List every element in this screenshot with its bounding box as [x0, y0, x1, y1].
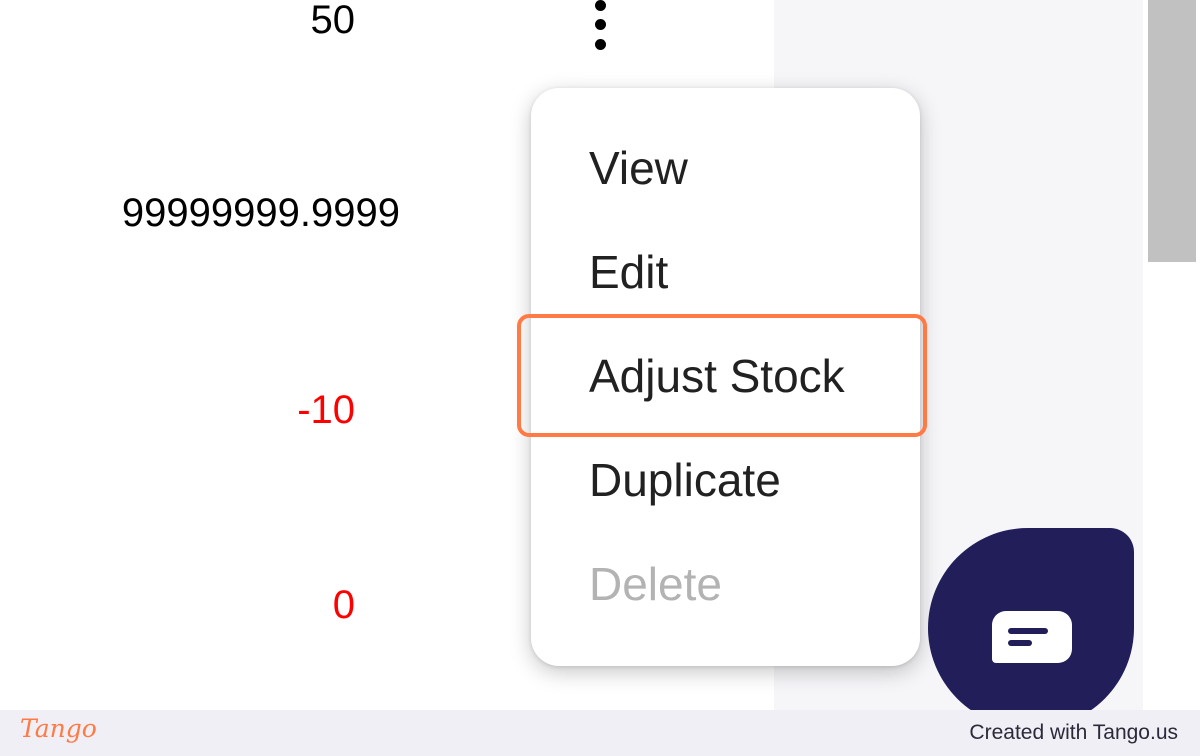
stock-value-row-2: 99999999.9999	[121, 191, 400, 235]
stock-value-row-3: -10	[297, 388, 355, 432]
chat-icon-line	[1008, 628, 1048, 634]
chat-icon-line	[1008, 640, 1032, 646]
scrollbar-thumb[interactable]	[1148, 0, 1196, 262]
row-actions-menu: View Edit Adjust Stock Duplicate Delete	[531, 88, 920, 666]
menu-item-edit[interactable]: Edit	[531, 220, 920, 324]
menu-item-label: Delete	[589, 558, 722, 610]
tango-logo[interactable]: Tango	[20, 714, 97, 743]
menu-item-label: Edit	[589, 246, 669, 298]
stock-value-row-4: 0	[332, 583, 355, 627]
menu-item-duplicate[interactable]: Duplicate	[531, 428, 920, 532]
menu-item-label: View	[589, 142, 688, 194]
menu-item-adjust-stock[interactable]: Adjust Stock	[531, 324, 920, 428]
kebab-menu-icon[interactable]	[584, 0, 618, 56]
menu-item-view[interactable]: View	[531, 116, 920, 220]
kebab-dot	[595, 39, 606, 50]
menu-item-label: Duplicate	[589, 454, 781, 506]
tango-footer: Tango Created with Tango.us	[0, 710, 1200, 756]
menu-item-delete: Delete	[531, 532, 920, 636]
kebab-dot	[595, 19, 606, 30]
stock-value-row-1: 50	[310, 0, 356, 42]
chat-launcher-button[interactable]	[928, 528, 1134, 728]
footer-credit[interactable]: Created with Tango.us	[969, 721, 1178, 745]
menu-item-label: Adjust Stock	[589, 350, 845, 402]
kebab-dot	[595, 0, 606, 11]
screenshot-stage: 50 99999999.9999 -10 0 View Edit Adjust …	[0, 0, 1200, 756]
chat-bubble-icon	[992, 611, 1072, 663]
